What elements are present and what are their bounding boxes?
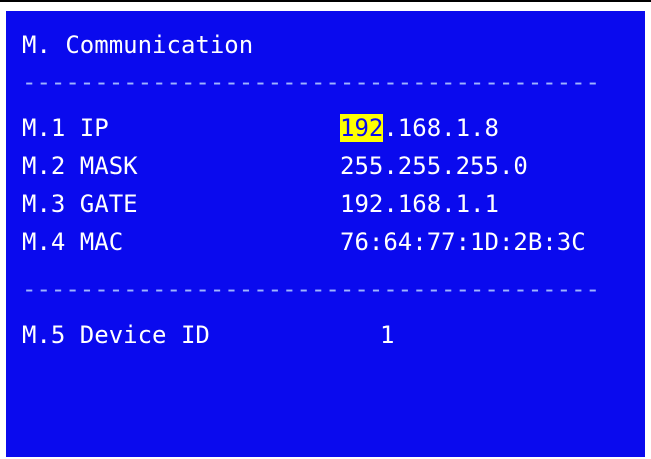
mask-value[interactable]: 255.255.255.0 <box>340 151 528 181</box>
ip-value[interactable]: 192.168.1.8 <box>340 113 499 143</box>
device-id-label: M.5 Device ID <box>22 321 210 349</box>
ip-cursor-segment[interactable]: 192 <box>340 114 384 142</box>
mac-label: M.4 MAC <box>22 228 124 256</box>
setting-row-ip[interactable]: M.1 IP 192.168.1.8 <box>22 113 632 143</box>
separator-top: ---------------------------------------- <box>22 68 600 96</box>
setting-row-gate[interactable]: M.3 GATE 192.168.1.1 <box>22 189 632 219</box>
device-id-value[interactable]: 1 <box>380 320 394 350</box>
menu-title: M. Communication <box>22 31 254 59</box>
ip-value-rest: .168.1.8 <box>383 114 499 142</box>
mask-label: M.2 MASK <box>22 152 138 180</box>
gate-value[interactable]: 192.168.1.1 <box>340 189 499 219</box>
separator-bottom: ---------------------------------------- <box>22 275 600 303</box>
lcd-screen: M. Communication -----------------------… <box>6 11 645 457</box>
setting-row-device-id[interactable]: M.5 Device ID 1 <box>22 320 632 350</box>
ip-label: M.1 IP <box>22 114 109 142</box>
mac-value[interactable]: 76:64:77:1D:2B:3C <box>340 227 586 257</box>
setting-row-mac[interactable]: M.4 MAC 76:64:77:1D:2B:3C <box>22 227 632 257</box>
device-frame: M. Communication -----------------------… <box>0 0 651 459</box>
gate-label: M.3 GATE <box>22 190 138 218</box>
setting-row-mask[interactable]: M.2 MASK 255.255.255.0 <box>22 151 632 181</box>
